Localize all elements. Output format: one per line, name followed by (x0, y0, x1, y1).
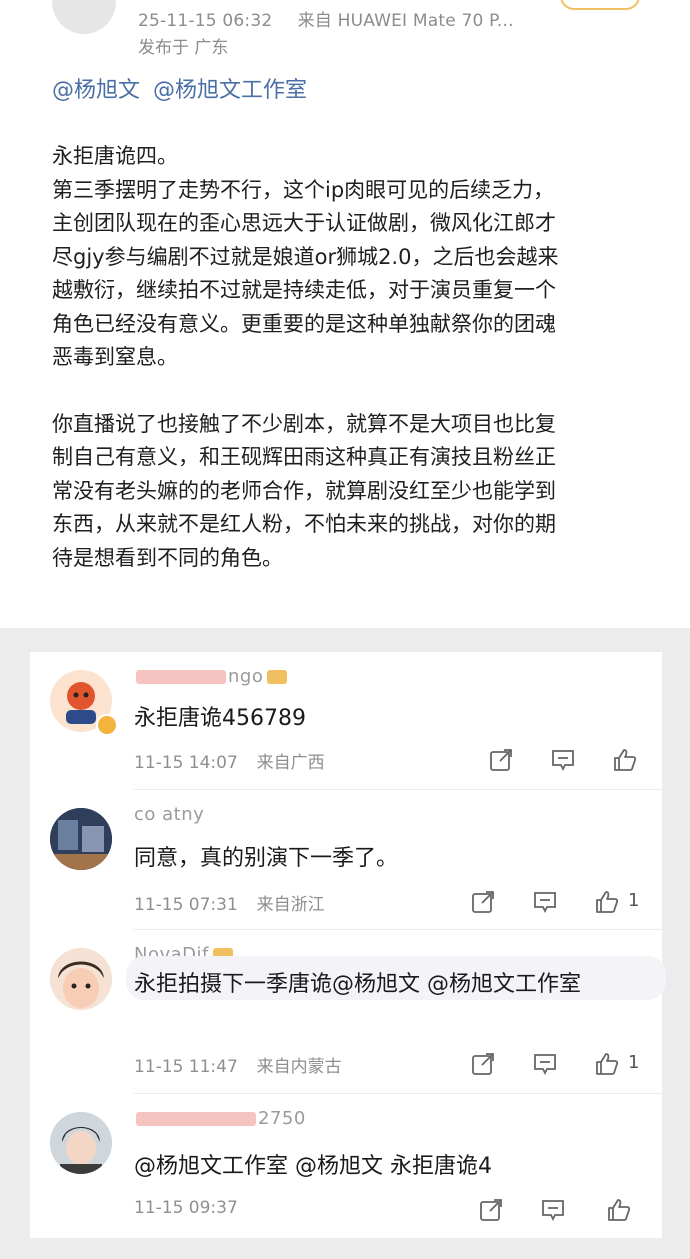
post-timestamp: 25-11-15 06:32 (138, 11, 273, 31)
commenter-avatar[interactable] (50, 948, 112, 1010)
share-icon[interactable] (470, 1051, 496, 1077)
like-icon[interactable] (612, 747, 638, 773)
comment-actions: 1 (30, 889, 662, 919)
post-location: 发布于 广东 (138, 38, 229, 58)
mention-link[interactable]: @杨旭文 (52, 78, 140, 103)
post-paragraph: 你直播说了也接触了不少剧本，就算不是大项目也比复 制自己有意义，和王砚辉田雨这种… (52, 411, 556, 570)
post-body: 永拒唐诡四。 第三季摆明了走势不行，这个ip肉眼可见的后续乏力， 主创团队现在的… (52, 140, 652, 575)
comment-icon[interactable] (540, 1197, 566, 1223)
comment-item: NovaDif 永拒拍摄下一季唐诡@杨旭文 @杨旭文工作室 11-15 11:4… (30, 930, 666, 1094)
comment-actions: 1 (30, 1051, 662, 1081)
comment-item: 2750 @杨旭文工作室 @杨旭文 永拒唐诡4 11-15 09:37 (30, 1094, 662, 1238)
mention-link[interactable]: @杨旭文工作室 (153, 78, 307, 103)
comment-icon[interactable] (532, 889, 558, 915)
commenter-avatar[interactable] (50, 1112, 112, 1174)
like-icon[interactable] (594, 889, 620, 915)
comment-icon[interactable] (550, 747, 576, 773)
commenter-name[interactable]: co atny (134, 804, 204, 825)
author-avatar[interactable] (52, 0, 116, 34)
follow-button[interactable] (560, 0, 640, 10)
comment-icon[interactable] (532, 1051, 558, 1077)
comment-item: ngo 永拒唐诡456789 11-15 14:07 来自广西 (30, 652, 662, 790)
share-icon[interactable] (488, 747, 514, 773)
share-icon[interactable] (470, 889, 496, 915)
comment-item: co atny 同意，真的别演下一季了。 11-15 07:31 来自浙江 1 (30, 790, 662, 930)
avatar-photo-icon (50, 808, 112, 870)
post-card: 25-11-15 06:32 来自 HUAWEI Mate 70 P... 发布… (0, 0, 690, 628)
comment-text: 永拒唐诡456789 (134, 706, 306, 731)
weibo-post-page: 25-11-15 06:32 来自 HUAWEI Mate 70 P... 发布… (0, 0, 690, 1259)
verified-badge (96, 714, 118, 736)
share-icon[interactable] (478, 1197, 504, 1223)
comment-actions (30, 1197, 662, 1227)
comment-text: @杨旭文工作室 @杨旭文 永拒唐诡4 (134, 1154, 492, 1179)
comment-list: ngo 永拒唐诡456789 11-15 14:07 来自广西 co atny … (30, 652, 666, 1238)
member-crown-icon (267, 670, 288, 684)
post-meta-line: 25-11-15 06:32 来自 HUAWEI Mate 70 P... (138, 6, 514, 31)
post-paragraph: 永拒唐诡四。 第三季摆明了走势不行，这个ip肉眼可见的后续乏力， 主创团队现在的… (52, 144, 559, 369)
comment-text: 永拒拍摄下一季唐诡@杨旭文 @杨旭文工作室 (134, 972, 581, 997)
commenter-name[interactable]: ngo (134, 666, 288, 687)
like-count: 1 (628, 890, 640, 911)
commenter-avatar[interactable] (50, 808, 112, 870)
avatar-child-icon (50, 948, 112, 1010)
avatar-portrait-icon (50, 1112, 112, 1174)
like-icon[interactable] (594, 1051, 620, 1077)
mention-line: @杨旭文 @杨旭文工作室 (52, 72, 313, 104)
like-count: 1 (628, 1052, 640, 1073)
commenter-name[interactable]: 2750 (134, 1108, 306, 1129)
comment-actions (30, 747, 662, 777)
post-source: 来自 HUAWEI Mate 70 P... (297, 11, 514, 31)
comment-text: 同意，真的别演下一季了。 (134, 846, 399, 871)
like-icon[interactable] (606, 1197, 632, 1223)
